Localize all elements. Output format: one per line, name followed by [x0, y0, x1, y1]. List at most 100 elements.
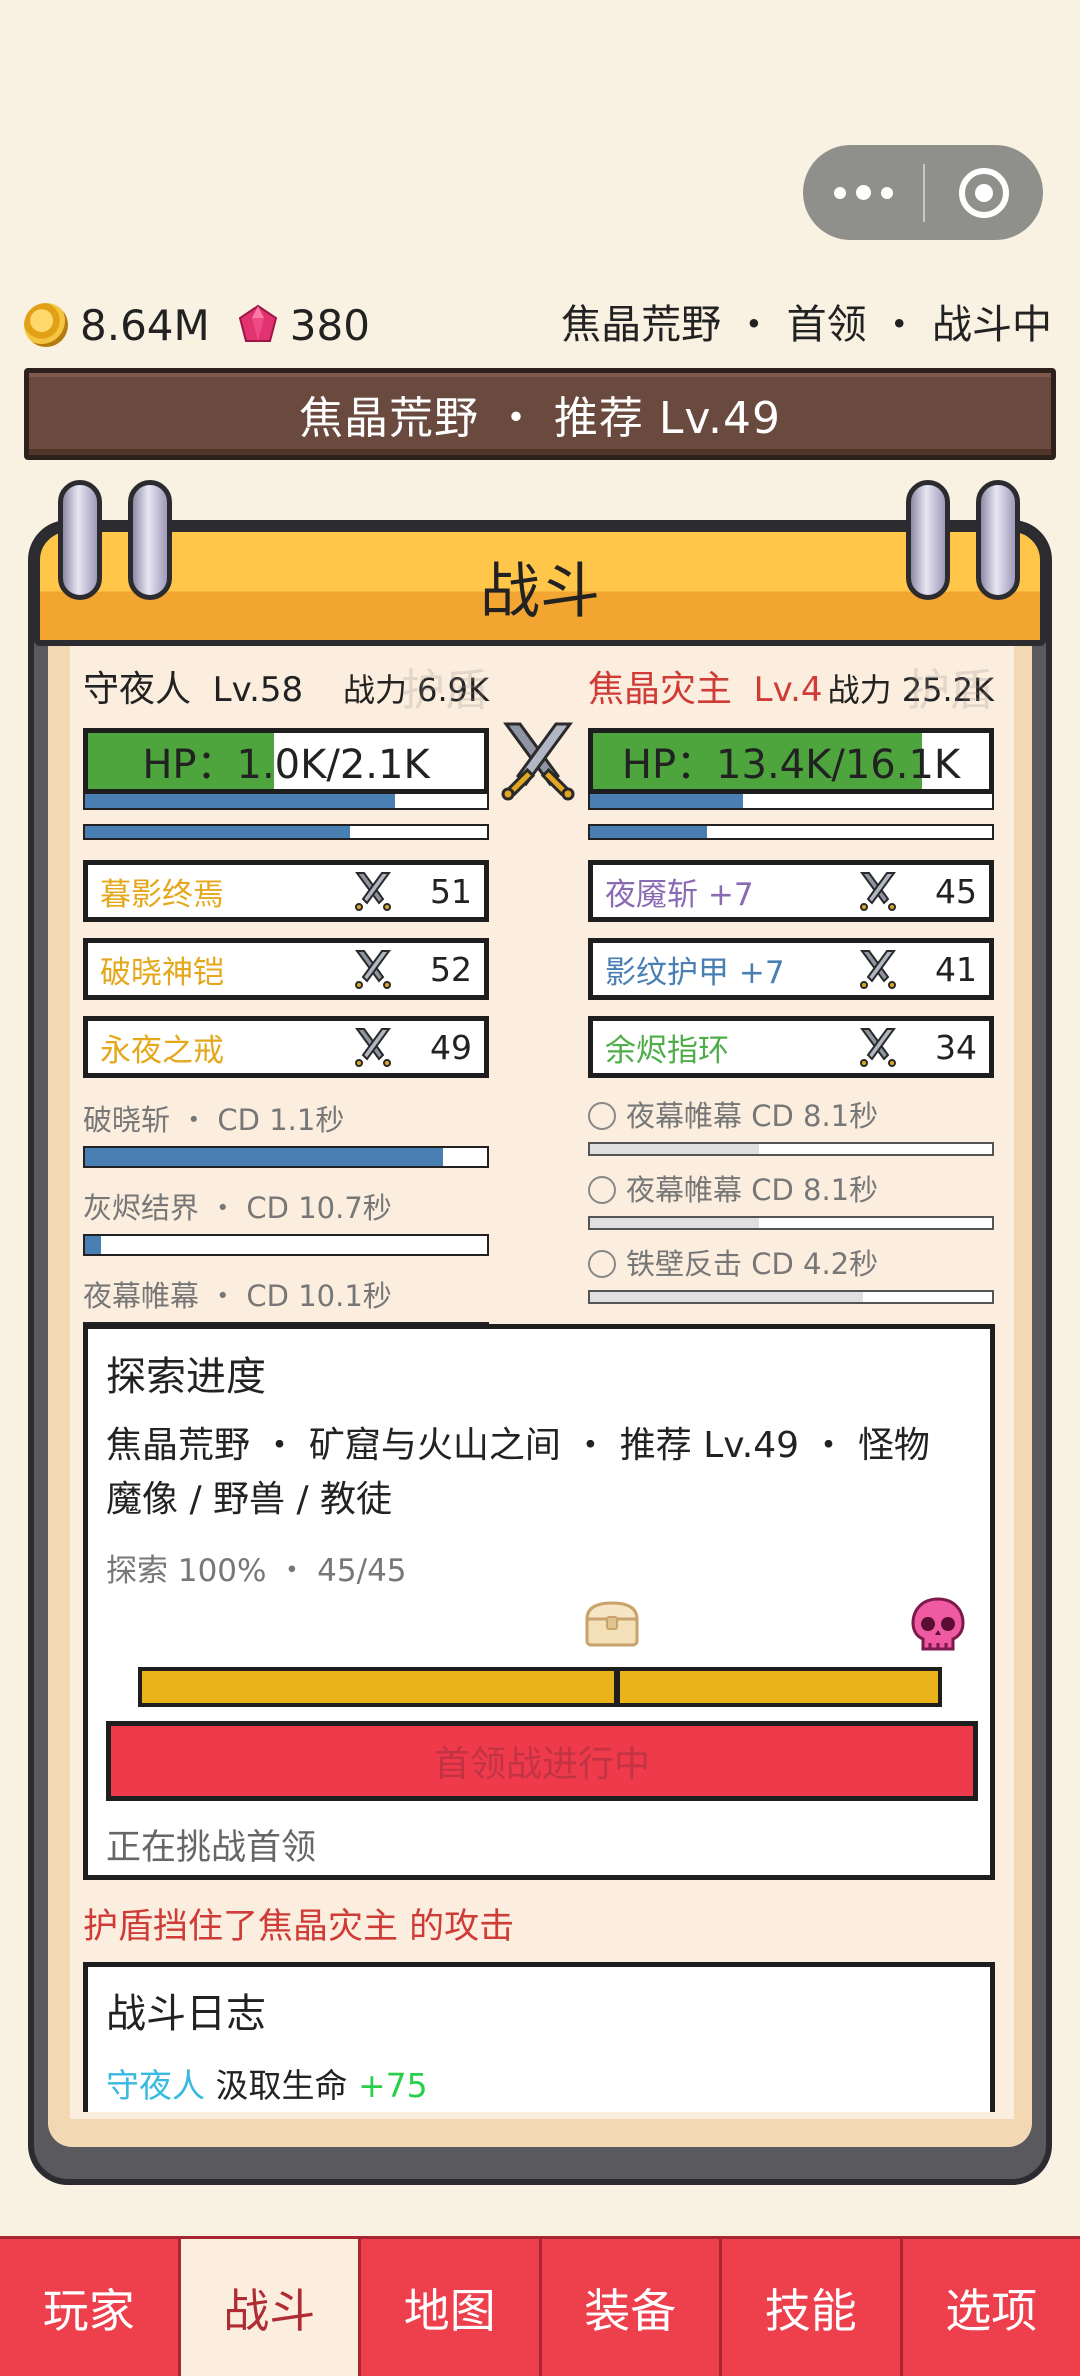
equipment-name: 破晓神铠	[100, 954, 224, 991]
player-shield-label: 护盾	[401, 665, 489, 716]
skill-status-icon	[588, 1176, 616, 1204]
boss-fight-button[interactable]: 首领战进行中	[106, 1721, 978, 1801]
gem-icon	[238, 304, 277, 342]
enemy-header: 护盾 焦晶灾主 Lv.4 战力 25.2K	[588, 660, 994, 716]
log-entry-actor: 守夜人	[106, 2066, 205, 2105]
crossed-swords-icon	[860, 1028, 896, 1067]
battle-log[interactable]: 战斗日志 守夜人 汲取生命 +75	[83, 1962, 995, 2112]
log-entry: 守夜人 汲取生命 +75	[106, 2059, 972, 2107]
equipment-name: 影纹护甲 +7	[605, 954, 785, 991]
enemy-attack-bar	[588, 794, 994, 810]
player-skill-label: 灰烬结界 ・ CD 10.7秒	[83, 1191, 392, 1225]
binder-ring-icon	[58, 480, 102, 600]
binder-ring-icon	[906, 480, 950, 600]
player-mana-bar	[83, 824, 489, 840]
log-entry-action: 汲取生命	[205, 2066, 358, 2105]
skill-status-icon	[588, 1102, 616, 1130]
player-skill-cooldown-bar	[83, 1234, 489, 1256]
enemy-attack-fill	[590, 794, 743, 808]
gem-amount: 380	[289, 300, 370, 350]
enemy-skill-row: 夜幕帷幕 CD 8.1秒	[588, 1170, 994, 1210]
tab-2[interactable]: 地图	[361, 2239, 542, 2376]
player-attack-fill	[85, 794, 395, 808]
boss-skull-icon	[911, 1597, 965, 1651]
miniprogram-capsule	[803, 145, 1043, 240]
player-equipment-slot[interactable]: 永夜之戒 49	[83, 1016, 489, 1078]
treasure-chest-icon	[585, 1601, 639, 1647]
enemy-skill-label: 铁壁反击 CD 4.2秒	[626, 1247, 879, 1281]
player-skill-label: 破晓斩 ・ CD 1.1秒	[83, 1103, 345, 1137]
cooldown-fill	[590, 1218, 759, 1228]
bottom-tab-bar: 玩家 战斗 地图 装备 技能 选项	[0, 2236, 1080, 2376]
exploration-note: 正在挑战首领	[106, 1828, 317, 1868]
player-mana-fill	[85, 826, 351, 838]
player-equipment-slot[interactable]: 暮影终焉 51	[83, 860, 489, 922]
enemy-skill-cooldown-bar	[588, 1216, 994, 1230]
enemy-equipment-slot[interactable]: 夜魇斩 +7 45	[588, 860, 994, 922]
enemy-skill-label: 夜幕帷幕 CD 8.1秒	[626, 1173, 879, 1207]
enemy-hp-text: HP：13.4K/16.1K	[621, 742, 961, 788]
cooldown-fill	[85, 1148, 443, 1166]
player-hp-text: HP：1.0K/2.1K	[142, 742, 430, 788]
enemy-skill-cooldown-bar	[588, 1290, 994, 1304]
enemy-equipment-slot[interactable]: 影纹护甲 +7 41	[588, 938, 994, 1000]
enemy-name: 焦晶灾主	[588, 669, 733, 710]
equipment-name: 暮影终焉	[100, 876, 224, 913]
tab-0[interactable]: 玩家	[0, 2239, 181, 2376]
gold-coin-icon	[24, 303, 68, 347]
player-attack-bar	[83, 794, 489, 810]
currency-row: 8.64M 380	[24, 298, 370, 352]
enemy-skill-row: 夜幕帷幕 CD 8.1秒	[588, 1096, 994, 1136]
zone-banner: 焦晶荒野 ・ 推荐 Lv.49	[24, 368, 1056, 460]
enemy-skill-label: 夜幕帷幕 CD 8.1秒	[626, 1099, 879, 1133]
equipment-name: 夜魇斩 +7	[605, 876, 754, 913]
equipment-power: 45	[935, 871, 977, 911]
more-icon[interactable]	[803, 145, 923, 240]
enemy-skill-cooldown-bar	[588, 1142, 994, 1156]
tab-5[interactable]: 选项	[902, 2239, 1080, 2376]
binder-ring-icon	[976, 480, 1020, 600]
tab-3[interactable]: 装备	[541, 2239, 722, 2376]
equipment-name: 余烬指环	[605, 1032, 729, 1069]
shield-message: 护盾挡住了焦晶灾主 的攻击	[83, 1907, 515, 1947]
crossed-swords-icon	[355, 950, 391, 989]
equipment-power: 49	[430, 1027, 472, 1067]
crossed-swords-icon	[860, 950, 896, 989]
cooldown-fill	[590, 1144, 759, 1154]
player-level: Lv.58	[212, 670, 304, 710]
player-header: 护盾 守夜人 Lv.58 战力 6.9K	[83, 660, 489, 716]
tab-4[interactable]: 技能	[722, 2239, 903, 2376]
player-skill-label: 夜幕帷幕 ・ CD 10.1秒	[83, 1279, 392, 1313]
crossed-swords-icon	[501, 722, 575, 801]
battle-log-title: 战斗日志	[106, 1991, 266, 2037]
player-skill-cooldown-bar	[83, 1146, 489, 1168]
location-status: 焦晶荒野 ・ 首领 ・ 战斗中	[561, 302, 1052, 348]
enemy-mana-fill	[590, 826, 707, 838]
enemy-skill-row: 铁壁反击 CD 4.2秒	[588, 1244, 994, 1284]
player-hp-bar: HP：1.0K/2.1K	[83, 728, 489, 794]
skill-status-icon	[588, 1250, 616, 1278]
tab-1[interactable]: 战斗	[180, 2239, 361, 2376]
player-equipment-slot[interactable]: 破晓神铠 52	[83, 938, 489, 1000]
gold-amount: 8.64M	[80, 300, 210, 350]
exploration-title: 探索进度	[106, 1354, 266, 1400]
crossed-swords-icon	[860, 872, 896, 911]
equipment-name: 永夜之戒	[100, 1032, 224, 1069]
enemy-hp-bar: HP：13.4K/16.1K	[588, 728, 994, 794]
player-name: 守夜人	[83, 669, 192, 710]
equipment-power: 34	[935, 1027, 977, 1067]
equipment-power: 52	[430, 949, 472, 989]
crossed-swords-icon	[355, 1028, 391, 1067]
enemy-panel: 护盾 焦晶灾主 Lv.4 战力 25.2K HP：13.4K/16.1K 夜魇斩…	[588, 660, 994, 1304]
enemy-equipment-slot[interactable]: 余烬指环 34	[588, 1016, 994, 1078]
close-target-icon[interactable]	[925, 145, 1043, 240]
cooldown-fill	[590, 1292, 864, 1302]
enemy-level: Lv.4	[753, 670, 823, 710]
exploration-progress-text: 探索 100% ・ 45/45	[106, 1553, 407, 1589]
player-panel: 护盾 守夜人 Lv.58 战力 6.9K HP：1.0K/2.1K 暮影终焉 51…	[83, 660, 489, 1344]
exploration-progress-bar	[138, 1667, 942, 1707]
enemy-shield-label: 护盾	[906, 665, 994, 716]
panel-title: 战斗	[34, 526, 1046, 646]
log-entry-value: +75	[357, 2066, 428, 2105]
chest-marker	[614, 1667, 620, 1707]
